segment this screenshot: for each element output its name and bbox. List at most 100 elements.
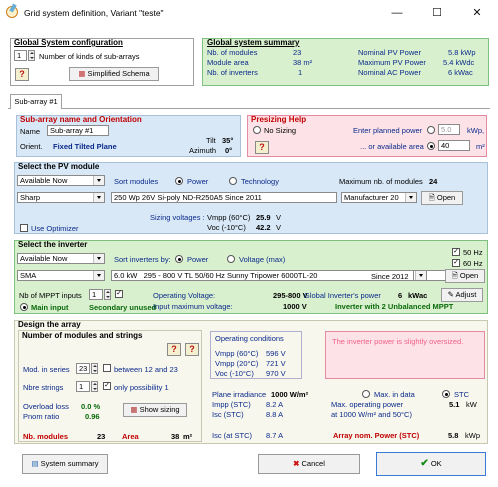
available-area-label: ... or available area <box>360 142 424 151</box>
azimuth-value: 0° <box>225 146 233 155</box>
sub-arrays-count-spinner[interactable] <box>28 50 35 61</box>
mod-series-spinner[interactable] <box>91 363 98 374</box>
mod-series-input[interactable]: 23 <box>76 363 90 374</box>
tab-sub-array-1[interactable]: Sub-array #1 <box>10 94 62 109</box>
system-summary-button[interactable]: ▤ System summary <box>22 454 108 474</box>
voc10-value: 970 V <box>266 369 286 378</box>
inverter-open-button[interactable]: 🗎 Open <box>445 269 485 283</box>
inverter-availability-value: Available Now <box>20 254 68 263</box>
voc-value: 42.2 <box>256 223 271 232</box>
presizing-title: Presizing Help <box>251 115 307 124</box>
summary-label: Maximum PV Power <box>358 58 426 67</box>
strings-help-button-1[interactable]: ? <box>167 343 181 356</box>
main-input-radio[interactable] <box>20 303 28 311</box>
maximize-button[interactable]: ☐ <box>422 4 452 22</box>
tilt-value: 35° <box>222 136 234 145</box>
hz50-checkbox[interactable] <box>452 248 460 256</box>
use-optimizer-label: Use Optimizer <box>31 224 79 233</box>
available-area-radio[interactable] <box>427 142 435 150</box>
subarray-name-input[interactable]: Sub-array #1 <box>47 125 109 136</box>
module-db-select[interactable]: Manufacturer 20 <box>341 192 417 203</box>
available-area-input[interactable]: 40 <box>438 140 470 151</box>
global-config-help-button[interactable]: ? <box>15 68 29 81</box>
inverter-since-select[interactable] <box>413 270 427 281</box>
between-checkbox[interactable] <box>103 364 111 372</box>
summary-label: Nb. of inverters <box>207 68 258 77</box>
stc-radio[interactable] <box>442 390 450 398</box>
inverter-sort-power-radio[interactable] <box>175 255 183 263</box>
isc-at-stc-label: Isc (at STC) <box>212 431 253 440</box>
mppt-checkbox[interactable] <box>115 290 123 298</box>
sizing-voltages-label: Sizing voltages : <box>150 213 205 222</box>
hz60-checkbox[interactable] <box>452 259 460 267</box>
module-availability-select[interactable]: Available Now <box>17 175 105 186</box>
nbre-strings-input[interactable]: 1 <box>76 381 90 392</box>
subarray-panel: Sub-array name and Orientation Name Sub-… <box>16 115 241 157</box>
max-op-power-label: Max. operating power <box>331 400 404 409</box>
nbre-strings-spinner[interactable] <box>91 381 98 392</box>
mppt-spinner[interactable] <box>104 289 111 300</box>
inverter-manufacturer-select[interactable]: SMA <box>17 270 105 281</box>
module-manufacturer-select[interactable]: Sharp <box>17 192 105 203</box>
show-sizing-button[interactable]: ▦ Show sizing <box>123 403 187 417</box>
planned-power-input[interactable]: 5.0 <box>438 124 460 135</box>
operating-conditions-panel: Operating conditions Vmpp (60°C) 596 V V… <box>210 331 302 379</box>
sub-arrays-count-input[interactable]: 1 <box>14 50 27 61</box>
global-power-value: 6 <box>398 291 403 300</box>
area-label: Area <box>122 432 139 441</box>
vmpp60-label: Vmpp (60°C) <box>215 349 259 358</box>
inverter-title: Select the inverter <box>18 240 88 249</box>
input-max-label: Input maximum voltage: <box>153 302 233 311</box>
only-possibility-checkbox[interactable] <box>103 382 111 390</box>
op-voltage-value: 295-800 V <box>273 291 308 300</box>
summary-value: 5.8 kWp <box>448 48 476 57</box>
summary-value: 5.4 kWdc <box>443 58 475 67</box>
adjust-icon: ✎ <box>447 290 454 299</box>
module-open-button[interactable]: 🗎 Open <box>421 191 463 205</box>
module-model-select[interactable]: 250 Wp 26V Si-poly ND-R250A5 Since 2011 <box>111 192 337 203</box>
chevron-down-icon <box>93 176 104 185</box>
sort-power-radio[interactable] <box>175 177 183 185</box>
adjust-label: Adjust <box>455 290 477 299</box>
module-model-value: 250 Wp 26V Si-poly ND-R250A5 Since 2011 <box>114 193 262 202</box>
inverter-sort-voltage-radio[interactable] <box>227 255 235 263</box>
chevron-down-icon <box>405 193 416 202</box>
mppt-input[interactable]: 1 <box>89 289 103 300</box>
use-optimizer-checkbox[interactable] <box>20 224 28 232</box>
presizing-help-button[interactable]: ? <box>255 141 269 154</box>
ok-button[interactable]: ✔ OK <box>376 452 486 476</box>
nb-modules-label: Nb. modules <box>23 432 69 441</box>
adjust-button[interactable]: ✎ Adjust <box>441 288 483 302</box>
inverter-availability-select[interactable]: Available Now <box>17 253 105 264</box>
impp-value: 8.2 A <box>266 400 284 409</box>
cancel-button[interactable]: ✖ Cancel <box>258 454 360 474</box>
stc-label: STC <box>454 390 469 399</box>
sort-technology-radio[interactable] <box>229 177 237 185</box>
orient-value: Fixed Tilted Plane <box>53 142 117 151</box>
simplified-schema-button[interactable]: ▦ Simplified Schema <box>69 67 159 81</box>
sort-modules-label: Sort modules <box>114 177 159 186</box>
summary-value: 38 m² <box>293 58 313 67</box>
cancel-x-icon: ✖ <box>293 459 300 468</box>
max-in-data-label: Max. in data <box>374 390 415 399</box>
close-button[interactable]: ✕ <box>462 4 492 22</box>
no-sizing-radio[interactable] <box>253 126 261 134</box>
open-file-icon: 🗎 <box>428 193 435 202</box>
area-unit: m² <box>476 142 485 151</box>
pv-module-title: Select the PV module <box>18 162 100 171</box>
max-op-power-unit: kW <box>466 400 477 409</box>
isc-label: Isc (STC) <box>212 410 244 419</box>
main-input-label: Main input <box>31 303 69 312</box>
enter-power-radio[interactable] <box>427 126 435 134</box>
voc-label: Voc (-10°C) <box>207 223 246 232</box>
inverter-open-label: Open <box>459 271 479 280</box>
sub-arrays-label: Number of kinds of sub-arrays <box>39 52 140 61</box>
orient-label: Orient. <box>20 142 43 151</box>
max-in-data-radio[interactable] <box>362 390 370 398</box>
irradiance-value: 1000 W/m² <box>271 390 309 399</box>
minimize-button[interactable]: — <box>382 4 412 22</box>
max-op-power-sub: at 1000 W/m² and 50°C) <box>331 410 412 419</box>
area-value: 38 <box>171 432 180 441</box>
name-label: Name <box>20 127 41 136</box>
strings-help-button-2[interactable]: ? <box>185 343 199 356</box>
